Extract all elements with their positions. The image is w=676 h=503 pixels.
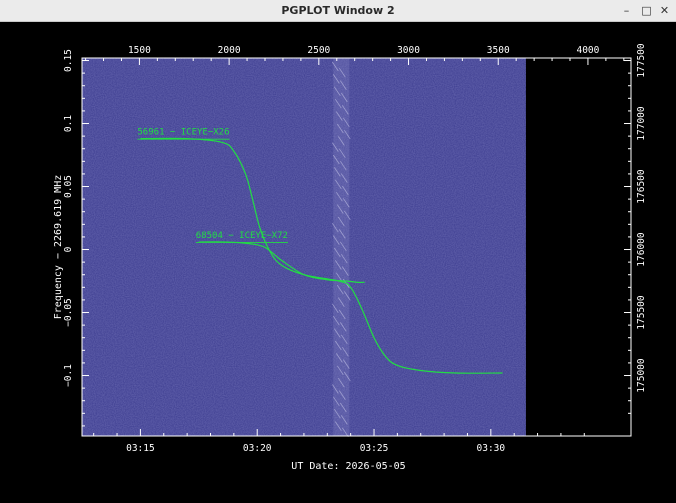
series-0-label: 56961 − ICEYE−X26 xyxy=(137,128,229,138)
waterfall-noise xyxy=(82,58,526,436)
maximize-button[interactable]: □ xyxy=(640,4,653,17)
y-right-tick-label: 176500 xyxy=(636,169,647,204)
x-bottom-tick-label: 03:25 xyxy=(360,443,389,454)
x-bottom-tick-label: 03:15 xyxy=(126,443,155,454)
y-left-tick-label: 0.15 xyxy=(63,49,74,72)
y-right-tick-label: 177500 xyxy=(636,43,647,78)
x-axis-label: UT Date: 2026-05-05 xyxy=(291,461,405,472)
y-left-tick-label: 0.05 xyxy=(63,175,74,198)
x-top-tick-label: 2000 xyxy=(218,45,241,56)
y-left-tick-label: 0 xyxy=(63,246,74,252)
series-1-label: 68504 − ICEYE−X72 xyxy=(196,231,288,241)
window-title: PGPLOT Window 2 xyxy=(281,4,395,17)
y-right-tick-label: 177000 xyxy=(636,106,647,141)
x-top-tick-label: 1500 xyxy=(128,45,151,56)
y-right-tick-label: 175000 xyxy=(636,358,647,393)
plot-canvas: 56961 − ICEYE−X26 68504 − ICEYE−X72 03:15… xyxy=(0,22,676,499)
y-left-tick-label: 0.1 xyxy=(63,115,74,132)
x-top-tick-label: 4000 xyxy=(576,45,599,56)
y-left-tick-label: −0.05 xyxy=(63,298,74,327)
x-bottom-tick-label: 03:20 xyxy=(243,443,272,454)
x-top-tick-label: 3500 xyxy=(487,45,510,56)
y-left-tick-label: −0.1 xyxy=(63,364,74,387)
x-bottom-tick-label: 03:30 xyxy=(477,443,506,454)
y-right-tick-label: 175500 xyxy=(636,295,647,330)
x-top-tick-label: 2500 xyxy=(307,45,330,56)
x-top-tick-label: 3000 xyxy=(397,45,420,56)
y-right-tick-label: 176000 xyxy=(636,232,647,267)
minimize-button[interactable]: – xyxy=(620,4,633,17)
close-button[interactable]: ✕ xyxy=(658,4,671,17)
waterfall-plot: 56961 − ICEYE−X26 68504 − ICEYE−X72 03:15… xyxy=(53,43,647,472)
y-axis-label: Frequency − 2269.619 MHz xyxy=(53,175,64,320)
rfi-band xyxy=(333,58,350,436)
window-titlebar: PGPLOT Window 2 – □ ✕ xyxy=(0,0,676,22)
